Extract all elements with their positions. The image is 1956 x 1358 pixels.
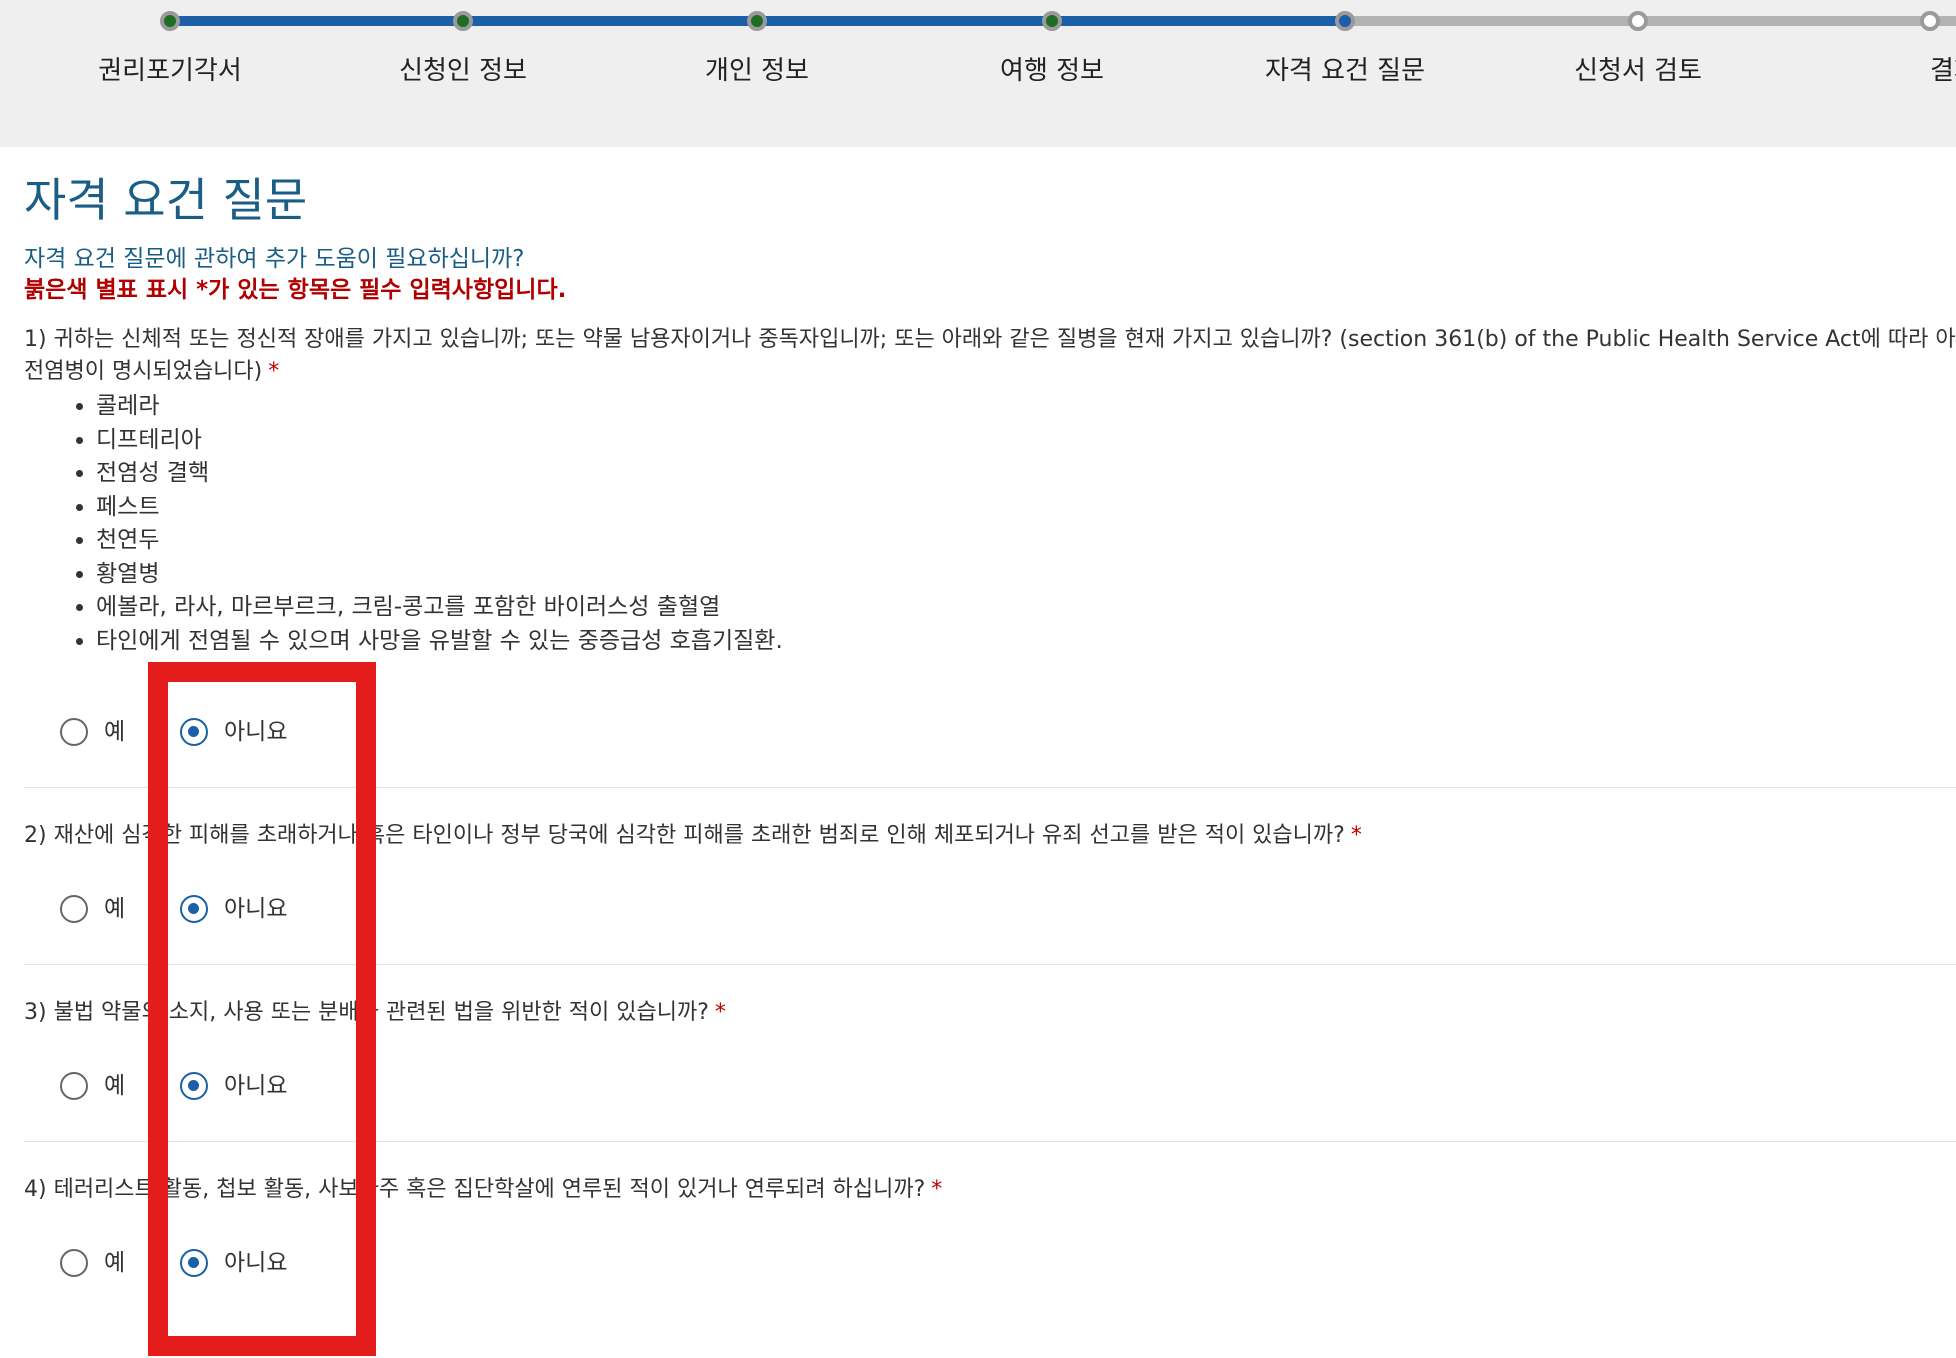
question-4-label: 4) 테러리스트 활동, 첩보 활동, 사보타주 혹은 집단학살에 연루된 적이… bbox=[24, 1177, 926, 1202]
question-4-no-label[interactable]: 아니요 bbox=[224, 1249, 287, 1277]
progress-node-travel bbox=[1042, 11, 1062, 31]
question-2-no-label[interactable]: 아니요 bbox=[224, 895, 287, 923]
step-label-waiver: 권리포기각서 bbox=[98, 56, 242, 86]
question-3-yes-radio[interactable] bbox=[60, 1072, 88, 1100]
required-note: 붉은색 별표 표시 *가 있는 항목은 필수 입력사항입니다. bbox=[24, 277, 567, 303]
list-item: 전염성 결핵 bbox=[96, 457, 1956, 491]
progress-track-remaining bbox=[1346, 16, 1956, 26]
step-label-personal: 개인 정보 bbox=[705, 56, 809, 86]
page-title: 자격 요건 질문 bbox=[24, 173, 308, 227]
divider bbox=[24, 787, 1956, 788]
progress-node-eligibility bbox=[1335, 11, 1355, 31]
step-label-review: 신청서 검토 bbox=[1574, 56, 1702, 86]
disease-list: 콜레라 디프테리아 전염성 결핵 페스트 천연두 황열병 에볼라, 라사, 마르… bbox=[24, 390, 1956, 658]
question-4-text: 4) 테러리스트 활동, 첩보 활동, 사보타주 혹은 집단학살에 연루된 적이… bbox=[24, 1174, 1956, 1206]
eligibility-section: 자격 요건 질문 자격 요건 질문에 관하여 추가 도움이 필요하십니까? 붉은… bbox=[24, 170, 1956, 658]
question-1-no-label[interactable]: 아니요 bbox=[224, 718, 287, 746]
required-star: * bbox=[714, 1000, 726, 1025]
list-item: 타인에게 전염될 수 있으며 사망을 유발할 수 있는 중증급성 호흡기질환. bbox=[96, 625, 1956, 659]
list-item: 페스트 bbox=[96, 491, 1956, 525]
question-1-text-cont: 전염병이 명시되었습니다) * bbox=[24, 356, 1956, 388]
divider bbox=[24, 1141, 1956, 1142]
required-star: * bbox=[931, 1177, 943, 1202]
step-label-payment: 결제 bbox=[1930, 56, 1956, 86]
list-item: 황열병 bbox=[96, 558, 1956, 592]
question-3-no-radio[interactable] bbox=[180, 1072, 208, 1100]
list-item: 디프테리아 bbox=[96, 424, 1956, 458]
progress-node-personal bbox=[747, 11, 767, 31]
list-item: 콜레라 bbox=[96, 390, 1956, 424]
question-3-yes-label[interactable]: 예 bbox=[104, 1072, 125, 1100]
question-2-no-radio[interactable] bbox=[180, 895, 208, 923]
question-4-yes-label[interactable]: 예 bbox=[104, 1249, 125, 1277]
question-2: 2) 재산에 심각한 피해를 초래하거나 혹은 타인이나 정부 당국에 심각한 … bbox=[24, 820, 1956, 852]
required-star: * bbox=[1350, 823, 1362, 848]
question-1-line2: 전염병이 명시되었습니다) bbox=[24, 359, 263, 384]
list-item: 천연두 bbox=[96, 524, 1956, 558]
progress-node-applicant bbox=[453, 11, 473, 31]
progress-node-review bbox=[1628, 11, 1648, 31]
question-3: 3) 불법 약물의 소지, 사용 또는 분배와 관련된 법을 위반한 적이 있습… bbox=[24, 997, 1956, 1029]
question-3-label: 3) 불법 약물의 소지, 사용 또는 분배와 관련된 법을 위반한 적이 있습… bbox=[24, 1000, 709, 1025]
question-1-text: 1) 귀하는 신체적 또는 정신적 장애를 가지고 있습니까; 또는 약물 남용… bbox=[24, 324, 1956, 356]
question-2-yes-radio[interactable] bbox=[60, 895, 88, 923]
question-2-label: 2) 재산에 심각한 피해를 초래하거나 혹은 타인이나 정부 당국에 심각한 … bbox=[24, 823, 1345, 848]
question-4: 4) 테러리스트 활동, 첩보 활동, 사보타주 혹은 집단학살에 연루된 적이… bbox=[24, 1174, 1956, 1206]
step-label-eligibility: 자격 요건 질문 bbox=[1264, 56, 1426, 86]
question-1-line1: 1) 귀하는 신체적 또는 정신적 장애를 가지고 있습니까; 또는 약물 남용… bbox=[24, 327, 1956, 352]
question-4-no-radio[interactable] bbox=[180, 1249, 208, 1277]
question-3-no-label[interactable]: 아니요 bbox=[224, 1072, 287, 1100]
question-1-yes-label[interactable]: 예 bbox=[104, 718, 125, 746]
divider bbox=[24, 964, 1956, 965]
progress-tracker: 권리포기각서 신청인 정보 개인 정보 여행 정보 자격 요건 질문 신청서 검… bbox=[0, 0, 1956, 147]
question-2-text: 2) 재산에 심각한 피해를 초래하거나 혹은 타인이나 정부 당국에 심각한 … bbox=[24, 820, 1956, 852]
question-4-yes-radio[interactable] bbox=[60, 1249, 88, 1277]
progress-node-waiver bbox=[160, 11, 180, 31]
progress-node-payment bbox=[1920, 11, 1940, 31]
step-label-applicant: 신청인 정보 bbox=[399, 56, 527, 86]
question-1-no-radio[interactable] bbox=[180, 718, 208, 746]
step-label-travel: 여행 정보 bbox=[1000, 56, 1104, 86]
question-2-yes-label[interactable]: 예 bbox=[104, 895, 125, 923]
question-3-text: 3) 불법 약물의 소지, 사용 또는 분배와 관련된 법을 위반한 적이 있습… bbox=[24, 997, 1956, 1029]
question-1-yes-radio[interactable] bbox=[60, 718, 88, 746]
required-star: * bbox=[268, 359, 280, 384]
list-item: 에볼라, 라사, 마르부르크, 크림-콩고를 포함한 바이러스성 출혈열 bbox=[96, 591, 1956, 625]
help-link[interactable]: 자격 요건 질문에 관하여 추가 도움이 필요하십니까? bbox=[24, 244, 1956, 274]
